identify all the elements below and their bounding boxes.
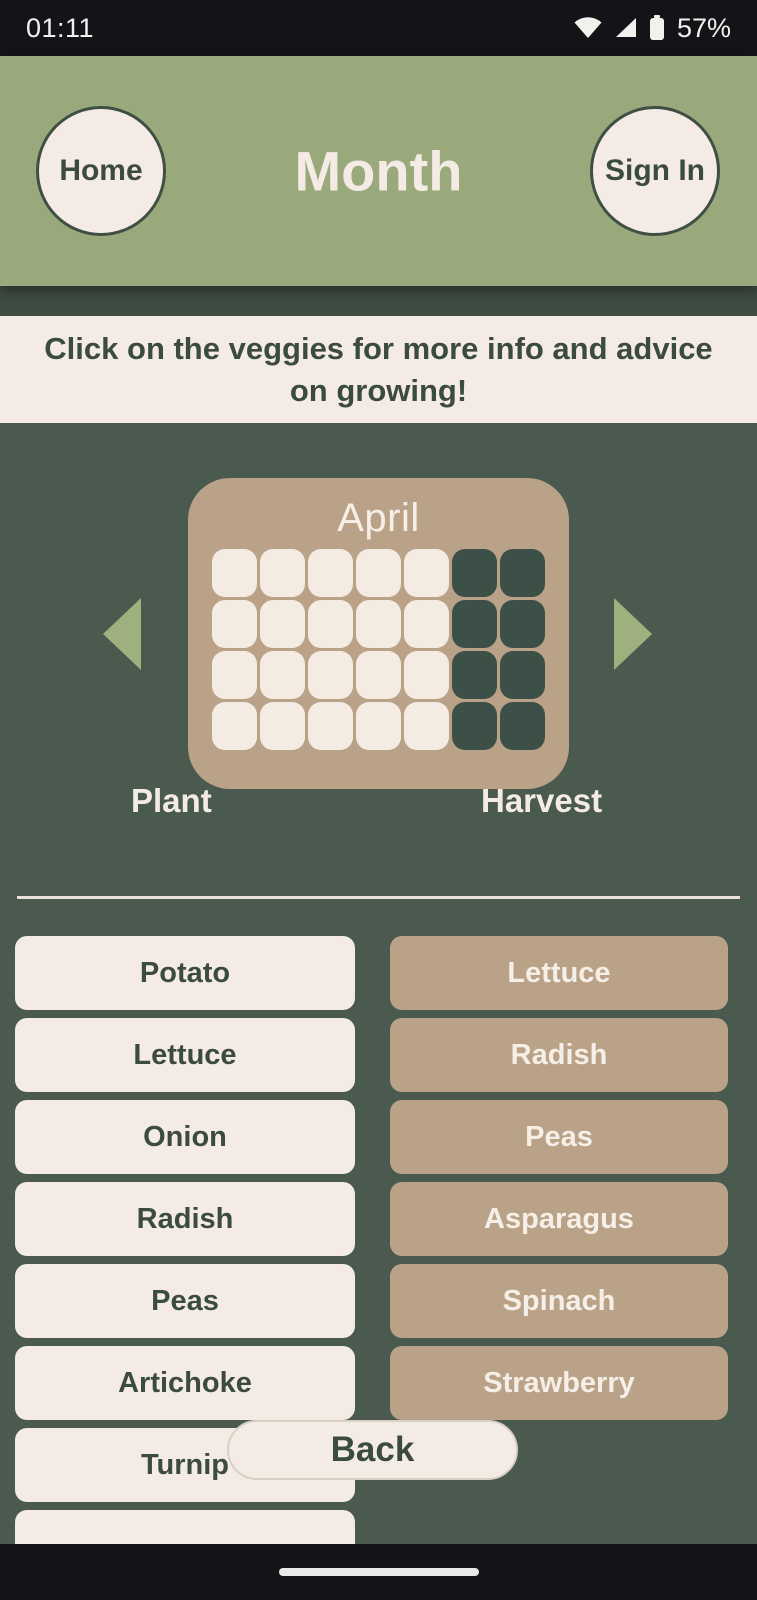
calendar-cell-harvest bbox=[452, 599, 497, 648]
list-item-label: Asparagus bbox=[484, 1202, 634, 1235]
list-item[interactable]: Radish bbox=[15, 1182, 355, 1256]
harvest-list: Lettuce Radish Peas Asparagus Spinach Strawbe… bbox=[390, 936, 728, 1420]
list-item[interactable]: Peas bbox=[390, 1100, 728, 1174]
calendar-cell-plant bbox=[356, 548, 401, 597]
list-item-label: Lettuce bbox=[507, 956, 611, 989]
column-headings: Plant Harvest bbox=[0, 782, 757, 842]
calendar-cell-plant bbox=[308, 548, 353, 597]
calendar-cell-plant bbox=[356, 599, 401, 648]
left-triangle-icon bbox=[103, 598, 141, 670]
calendar-cell-plant bbox=[308, 650, 353, 699]
list-item-label: Lettuce bbox=[133, 1038, 237, 1071]
list-item-label: Peas bbox=[525, 1120, 593, 1153]
list-item[interactable]: Potato bbox=[15, 936, 355, 1010]
status-bar-icons: 57% bbox=[573, 13, 731, 44]
calendar-cell-plant bbox=[404, 548, 449, 597]
calendar-cell-plant bbox=[260, 599, 305, 648]
info-banner: Click on the veggies for more info and a… bbox=[0, 316, 757, 423]
list-item-label: Artichoke bbox=[118, 1366, 252, 1399]
calendar-card[interactable]: April bbox=[188, 477, 569, 789]
list-item[interactable]: Asparagus bbox=[390, 1182, 728, 1256]
calendar-cell-harvest bbox=[452, 701, 497, 750]
calendar-cell-plant bbox=[356, 650, 401, 699]
plant-list: Potato Lettuce Onion Radish Peas Artichoke Tur… bbox=[15, 936, 355, 1584]
calendar-cell-plant bbox=[212, 548, 257, 597]
list-item[interactable]: Strawberry bbox=[390, 1346, 728, 1420]
calendar-section: April bbox=[0, 423, 757, 843]
home-indicator[interactable] bbox=[278, 1568, 479, 1576]
back-button-label: Back bbox=[330, 1430, 415, 1469]
list-item-label: Spinach bbox=[502, 1284, 616, 1317]
list-item-label: Radish bbox=[510, 1038, 608, 1071]
calendar-cell-plant bbox=[308, 701, 353, 750]
calendar-cell-plant bbox=[356, 701, 401, 750]
list-item[interactable]: Peas bbox=[15, 1264, 355, 1338]
header-shadow-strip bbox=[0, 286, 757, 316]
wifi-icon bbox=[574, 17, 602, 38]
calendar-cell-plant bbox=[212, 599, 257, 648]
previous-month-arrow-icon[interactable] bbox=[103, 598, 143, 670]
back-button[interactable]: Back bbox=[227, 1420, 518, 1480]
battery-icon bbox=[649, 15, 664, 40]
list-divider bbox=[17, 896, 740, 899]
calendar-cell-plant bbox=[260, 548, 305, 597]
calendar-cell-harvest bbox=[452, 650, 497, 699]
list-item-label: Peas bbox=[151, 1284, 219, 1317]
calendar-cell-plant bbox=[212, 650, 257, 699]
app-header: Home Month Sign In bbox=[0, 56, 757, 286]
list-item[interactable]: Lettuce bbox=[390, 936, 728, 1010]
next-month-arrow-icon[interactable] bbox=[614, 598, 654, 670]
status-bar-clock: 01:11 bbox=[26, 12, 95, 43]
calendar-cell-plant bbox=[404, 701, 449, 750]
calendar-month-label: April bbox=[337, 495, 420, 540]
calendar-cell-harvest bbox=[500, 650, 545, 699]
calendar-cell-plant bbox=[212, 701, 257, 750]
calendar-cell-plant bbox=[308, 599, 353, 648]
list-item-label: Potato bbox=[139, 956, 231, 989]
list-item-label: Radish bbox=[136, 1202, 234, 1235]
battery-percentage: 57% bbox=[676, 12, 731, 43]
list-item[interactable]: Onion bbox=[15, 1100, 355, 1174]
system-nav-bar bbox=[0, 1544, 757, 1600]
plant-column-heading: Plant bbox=[131, 782, 212, 819]
calendar-cell-harvest bbox=[500, 548, 545, 597]
calendar-cell-plant bbox=[260, 701, 305, 750]
right-triangle-icon bbox=[614, 598, 652, 670]
list-item[interactable]: Artichoke bbox=[15, 1346, 355, 1420]
list-item[interactable]: Radish bbox=[390, 1018, 728, 1092]
list-item-label: Onion bbox=[143, 1120, 227, 1153]
sign-in-button[interactable]: Sign In bbox=[590, 106, 720, 236]
calendar-cell-plant bbox=[260, 650, 305, 699]
list-item-label: Strawberry bbox=[483, 1366, 635, 1399]
calendar-grid bbox=[212, 548, 545, 750]
harvest-column-heading: Harvest bbox=[481, 782, 603, 819]
calendar-cell-plant bbox=[404, 599, 449, 648]
list-item[interactable]: Spinach bbox=[390, 1264, 728, 1338]
calendar-cell-plant bbox=[404, 650, 449, 699]
list-item-label: Turnip bbox=[140, 1448, 230, 1481]
app-screen: 01:11 57% Home Month Sign In Click on th… bbox=[0, 0, 757, 1600]
calendar-cell-harvest bbox=[500, 599, 545, 648]
status-bar: 01:11 57% bbox=[0, 0, 757, 56]
calendar-cell-harvest bbox=[500, 701, 545, 750]
calendar-cell-harvest bbox=[452, 548, 497, 597]
cellular-signal-icon bbox=[615, 18, 636, 37]
list-item[interactable]: Lettuce bbox=[15, 1018, 355, 1092]
sign-in-button-label: Sign In bbox=[605, 154, 705, 187]
info-banner-text: Click on the veggies for more info and a… bbox=[44, 330, 713, 408]
